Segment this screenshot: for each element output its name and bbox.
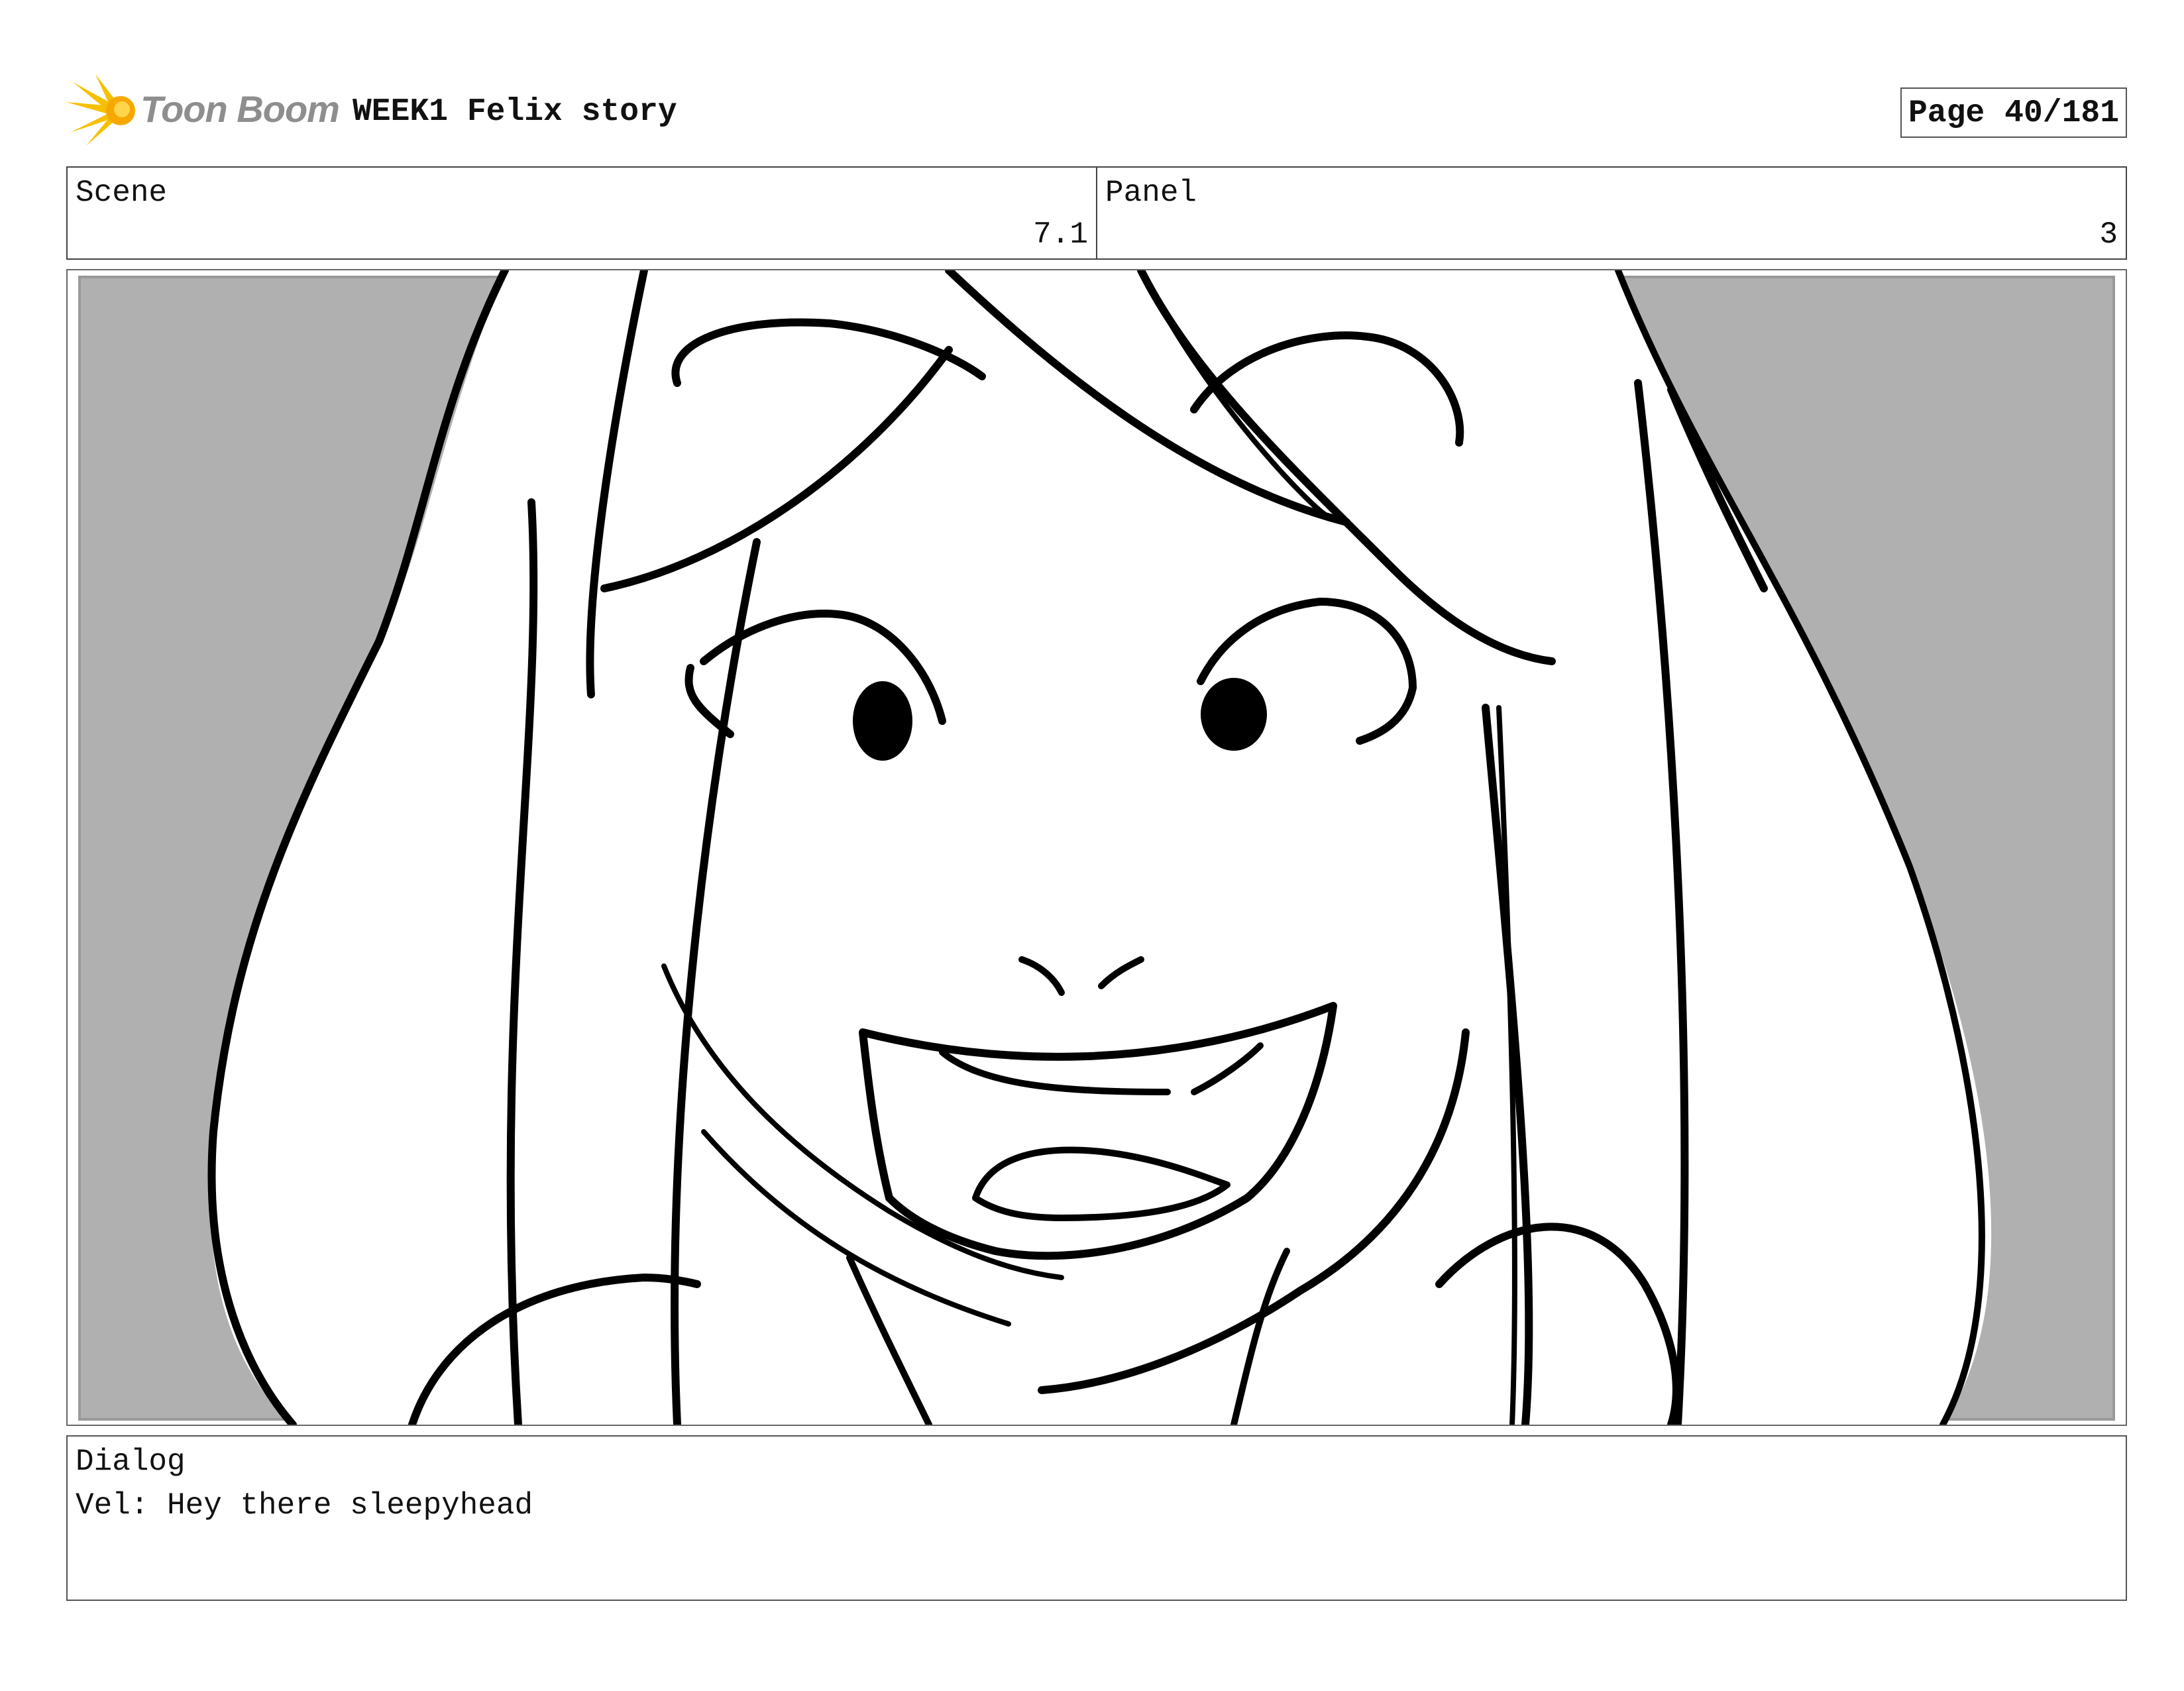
toon-boom-logo: Toon Boom	[66, 74, 340, 147]
page-label: Page	[1908, 95, 1985, 131]
storyboard-panel	[66, 269, 2127, 1426]
logo-text: Toon Boom	[140, 88, 340, 130]
page-header: Toon Boom WEEK1 Felix story Page 40/181	[66, 66, 2127, 152]
logo-burst-icon	[66, 74, 135, 146]
panel-cell: Panel 3	[1096, 168, 2126, 258]
scene-value: 7.1	[1033, 217, 1088, 252]
page-indicator: Page 40/181	[1900, 87, 2127, 138]
panel-drawing	[78, 270, 2115, 1425]
project-title: WEEK1 Felix story	[353, 94, 677, 130]
dialog-text: Vel: Hey there sleepyhead	[76, 1488, 533, 1523]
dialog-label: Dialog	[76, 1445, 186, 1479]
scene-label: Scene	[76, 176, 168, 210]
dialog-box: Dialog Vel: Hey there sleepyhead	[66, 1435, 2127, 1601]
scene-panel-info: Scene 7.1 Panel 3	[66, 166, 2127, 260]
panel-value: 3	[2099, 217, 2118, 252]
panel-label: Panel	[1105, 176, 1197, 210]
page-number: 40/181	[2004, 95, 2119, 131]
scene-cell: Scene 7.1	[68, 168, 1096, 258]
